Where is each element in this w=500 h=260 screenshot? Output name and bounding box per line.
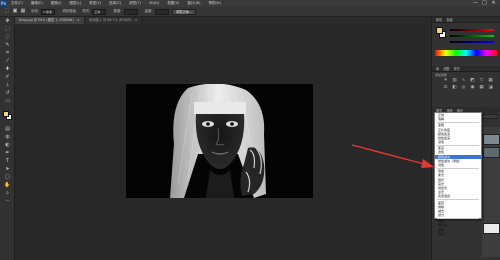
- menu-type[interactable]: 类型(Y): [85, 0, 105, 7]
- quick-select-icon[interactable]: ✎: [0, 41, 15, 49]
- color-panel: [432, 23, 500, 63]
- document-tab-active[interactable]: timg.jpg @ 50% (图层 1, RGB/8#) ×: [15, 17, 85, 24]
- menu-filter[interactable]: 滤镜(T): [125, 0, 145, 7]
- canvas-area[interactable]: [15, 24, 427, 260]
- menu-select[interactable]: 选择(S): [105, 0, 125, 7]
- path-select-icon[interactable]: ➤: [0, 165, 15, 173]
- menu-image[interactable]: 图像(I): [47, 0, 66, 7]
- layer-thumbnail[interactable]: [483, 223, 500, 234]
- layer-thumbnail[interactable]: [483, 134, 500, 145]
- marquee-tool-icon[interactable]: ⬚: [3, 8, 11, 15]
- blend-mode-dropdown: 正常 溶解 变暗 正片叠底 颜色加深 线性加深 深色 变亮 滤色 颜色减淡 线性…: [434, 112, 482, 236]
- tab-styles[interactable]: 样式: [452, 66, 462, 71]
- tab-libraries[interactable]: 库: [434, 66, 441, 71]
- healing-icon[interactable]: ✚: [0, 65, 15, 73]
- zoom-icon[interactable]: ⌕: [0, 189, 15, 197]
- curves-icon[interactable]: ∿: [460, 78, 467, 84]
- adjustments-panel: 库 调整 样式 添加调整 ☀ ▥ ∿ ◩ ▽ ▦ ⚖ ◧ ◎ ◉ ▦ ◪: [432, 66, 500, 106]
- blur-icon[interactable]: ◍: [0, 133, 15, 141]
- lasso-icon[interactable]: ◌: [0, 33, 15, 41]
- tab-swatches[interactable]: 色板: [444, 17, 454, 22]
- width-field[interactable]: [123, 8, 138, 15]
- type-icon[interactable]: T: [0, 157, 15, 165]
- menu-edit[interactable]: 编辑(E): [27, 0, 47, 7]
- close-button[interactable]: ✕: [489, 0, 498, 7]
- minimize-button[interactable]: —: [471, 0, 480, 7]
- refine-edge-button[interactable]: 调整边缘...: [171, 8, 197, 15]
- menu-window[interactable]: 窗口(W): [183, 0, 204, 7]
- adjustments-panel-header: 库 调整 样式: [432, 66, 500, 72]
- document-tab-title: 未标题-1 @ 66.7% (RGB/8): [88, 18, 132, 22]
- black-white-icon[interactable]: ◧: [451, 85, 458, 91]
- close-tab-icon[interactable]: ×: [135, 17, 138, 24]
- menu-3d[interactable]: 3D(D): [145, 0, 163, 7]
- feather-label: 羽化:: [31, 9, 40, 13]
- blend-option[interactable]: 明度: [435, 232, 481, 236]
- antialias-checkbox-label[interactable]: 消除锯齿: [62, 9, 76, 14]
- close-tab-icon[interactable]: ×: [77, 17, 80, 24]
- width-label: 宽度:: [113, 9, 122, 13]
- layer-list[interactable]: [482, 127, 500, 257]
- eyedropper-icon[interactable]: ⁄: [0, 57, 15, 65]
- menu-view[interactable]: 视图(V): [163, 0, 183, 7]
- height-field[interactable]: [154, 8, 169, 15]
- eraser-icon[interactable]: ▭: [0, 97, 15, 105]
- new-selection-icon[interactable]: ▣: [11, 8, 19, 15]
- tools-panel: ✥ ⬚ ◌ ✎ ⌗ ⁄ ✚ ✐ ⊥ ↺ ▭ ▤ ◍ ◐ ✒ T ➤ ▢ ✋ ⌕ …: [0, 17, 15, 260]
- options-bar: ⬚ ▣ ▦ 羽化: 0 像素 消除锯齿 样式: 正常 宽度: 高度: 调整边缘.…: [0, 7, 500, 17]
- add-selection-icon[interactable]: ▦: [19, 8, 27, 15]
- hand-icon[interactable]: ✋: [0, 181, 15, 189]
- photoshop-logo: Ps: [0, 0, 7, 7]
- hue-saturation-icon[interactable]: ▦: [487, 78, 494, 84]
- document-tab-inactive[interactable]: 未标题-1 @ 66.7% (RGB/8) ×: [84, 17, 143, 24]
- move-icon[interactable]: ✥: [0, 17, 15, 25]
- brightness-icon[interactable]: ☀: [442, 78, 449, 84]
- color-lookup-icon[interactable]: ▦: [478, 85, 485, 91]
- stamp-icon[interactable]: ⊥: [0, 81, 15, 89]
- layer-thumbnail[interactable]: [483, 147, 500, 158]
- portrait-illustration: [126, 84, 313, 198]
- crop-icon[interactable]: ⌗: [0, 49, 15, 57]
- inverted-portrait-image[interactable]: [126, 84, 313, 198]
- menu-help[interactable]: 帮助(H): [205, 0, 225, 7]
- green-slider[interactable]: [450, 35, 494, 37]
- feather-field[interactable]: 0 像素: [41, 8, 56, 15]
- add-adjustment-label: 添加调整: [435, 73, 448, 77]
- menu-file[interactable]: 文件(F): [7, 0, 27, 7]
- more-icon[interactable]: ⋯: [0, 197, 15, 205]
- levels-icon[interactable]: ▥: [451, 78, 458, 84]
- invert-icon[interactable]: ◪: [487, 85, 494, 91]
- document-tab-title: timg.jpg @ 50% (图层 1, RGB/8#): [19, 18, 74, 22]
- tab-color[interactable]: 颜色: [434, 17, 444, 22]
- style-label: 样式:: [82, 9, 91, 13]
- foreground-color-swatch[interactable]: [3, 111, 9, 117]
- history-brush-icon[interactable]: ↺: [0, 89, 15, 97]
- shape-icon[interactable]: ▢: [0, 173, 15, 181]
- height-label: 高度:: [144, 9, 153, 13]
- menu-layer[interactable]: 图层(L): [65, 0, 85, 7]
- maximize-button[interactable]: □: [480, 0, 489, 7]
- photo-filter-icon[interactable]: ◎: [460, 85, 467, 91]
- exposure-icon[interactable]: ◩: [469, 78, 476, 84]
- style-select[interactable]: 正常: [92, 8, 107, 15]
- channel-mixer-icon[interactable]: ◉: [469, 85, 476, 91]
- gradient-icon[interactable]: ▤: [0, 125, 15, 133]
- marquee-icon[interactable]: ⬚: [0, 25, 15, 33]
- brush-icon[interactable]: ✐: [0, 73, 15, 81]
- dodge-icon[interactable]: ◐: [0, 141, 15, 149]
- tools-lower-group: ▤ ◍ ◐ ✒ T ➤ ▢ ✋ ⌕ ⋯: [0, 125, 15, 205]
- tab-adjustments[interactable]: 调整: [441, 66, 451, 71]
- document-tab-bar: timg.jpg @ 50% (图层 1, RGB/8#) × 未标题-1 @ …: [15, 17, 427, 24]
- vibrance-icon[interactable]: ▽: [478, 78, 485, 84]
- color-balance-icon[interactable]: ⚖: [442, 85, 449, 91]
- blue-slider[interactable]: [450, 41, 494, 43]
- color-spectrum[interactable]: [435, 50, 497, 56]
- panel-foreground-swatch[interactable]: [436, 27, 443, 34]
- pen-icon[interactable]: ✒: [0, 149, 15, 157]
- adjustment-icons: ☀ ▥ ∿ ◩ ▽ ▦ ⚖ ◧ ◎ ◉ ▦ ◪: [442, 78, 492, 91]
- window-controls: — □ ✕: [471, 0, 498, 7]
- red-slider[interactable]: [450, 29, 494, 31]
- menu-bar: Ps 文件(F) 编辑(E) 图像(I) 图层(L) 类型(Y) 选择(S) 滤…: [0, 0, 500, 7]
